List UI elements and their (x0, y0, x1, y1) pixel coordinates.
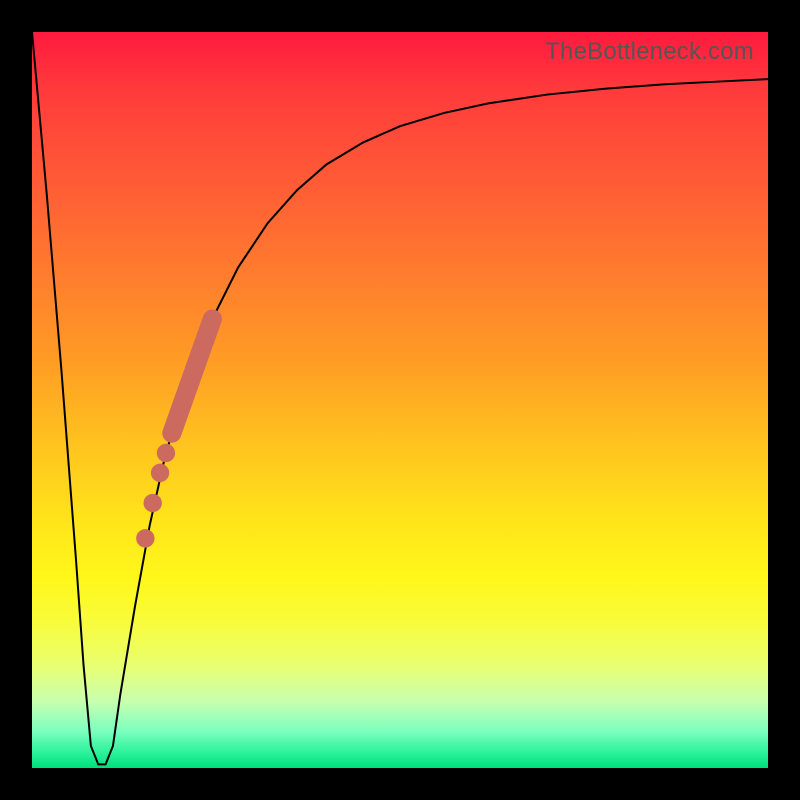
highlight-dot (151, 464, 169, 482)
highlight-dot (144, 494, 162, 512)
highlight-dot (157, 444, 175, 462)
chart-svg (32, 32, 768, 768)
highlight-segment (172, 319, 212, 433)
watermark-text: TheBottleneck.com (545, 38, 754, 66)
chart-frame: TheBottleneck.com (0, 0, 800, 800)
bottleneck-curve (32, 32, 768, 764)
highlight-dot (136, 529, 154, 547)
plot-area: TheBottleneck.com (32, 32, 768, 768)
